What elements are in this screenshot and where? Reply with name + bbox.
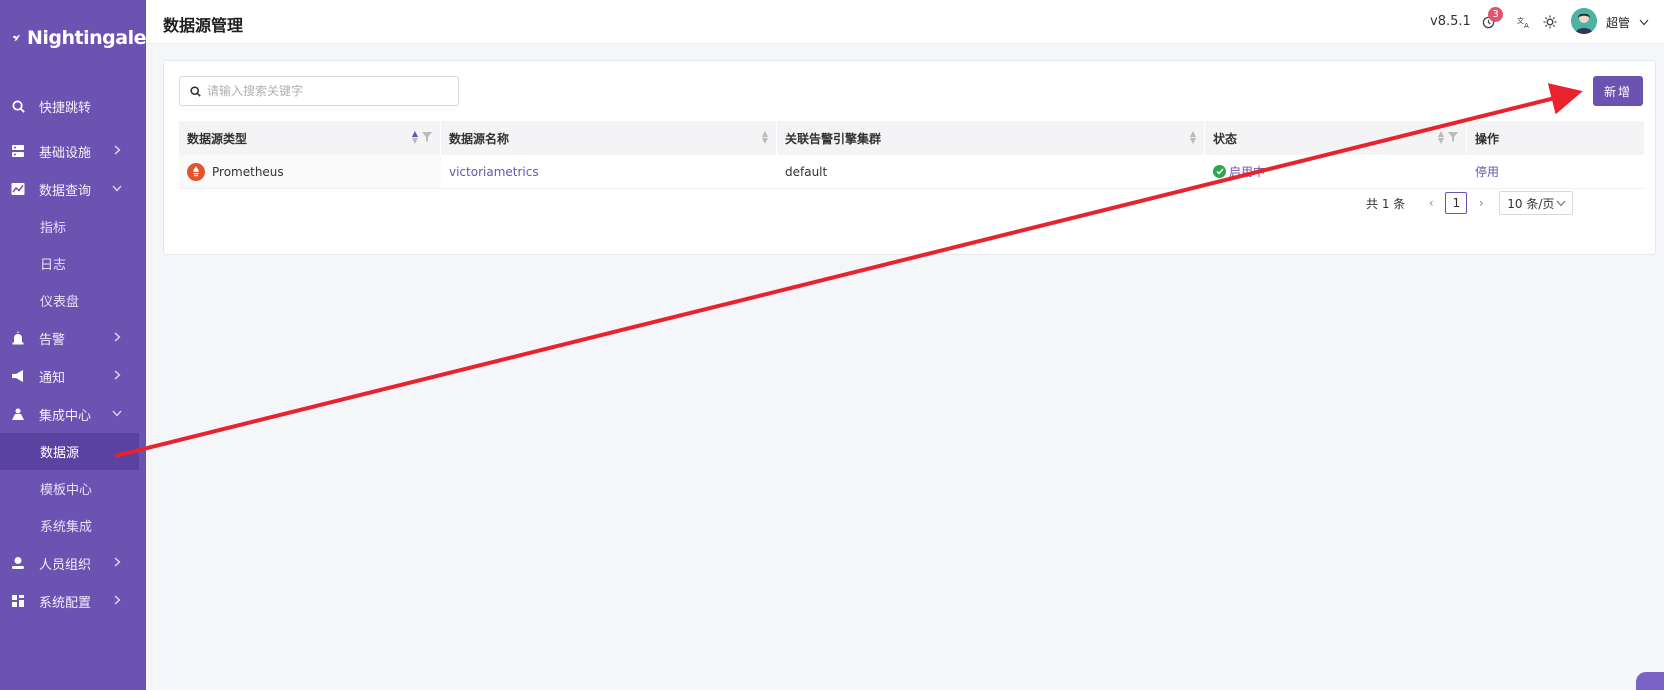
page-title: 数据源管理	[163, 16, 244, 35]
cluster-value: default	[785, 164, 828, 179]
sidebar-item-notifications[interactable]: 通知	[0, 357, 146, 395]
svg-text:A: A	[1524, 22, 1529, 29]
chevron-right-icon[interactable]: ›	[1473, 196, 1489, 210]
column-header-actions: 操作	[1467, 121, 1644, 155]
page-size-value: 10 条/页	[1507, 196, 1555, 211]
pagination-total: 共 1 条	[1366, 196, 1406, 211]
logo[interactable]: Nightingale	[0, 0, 146, 76]
chevron-right-icon	[111, 593, 123, 607]
chevron-left-icon[interactable]: ‹	[1423, 196, 1439, 210]
sidebar-item-label: 系统配置	[39, 595, 92, 611]
username[interactable]: 超管	[1606, 14, 1630, 31]
cell-status: 启用中	[1205, 155, 1467, 188]
datasource-type: Prometheus	[212, 164, 284, 179]
sidebar-item-label: 通知	[39, 370, 66, 386]
chevron-right-icon	[111, 143, 123, 157]
nightingale-logo-icon	[12, 35, 21, 41]
sidebar-item-infrastructure[interactable]: 基础设施	[0, 132, 146, 170]
sidebar-nav: 快捷跳转 基础设施 数据查询 指标 日志 仪表盘 告警 通知 集成中心 数据源 …	[0, 88, 146, 620]
disable-link[interactable]: 停用	[1475, 163, 1499, 180]
sidebar-item-users-org[interactable]: 人员组织	[0, 544, 146, 582]
column-header-name[interactable]: 数据源名称 ▲ ▼	[441, 121, 777, 155]
sidebar-item-label: 集成中心	[39, 408, 92, 424]
sidebar-item-alerts[interactable]: 告警	[0, 319, 146, 357]
chevron-right-icon	[111, 555, 123, 569]
sidebar-subitem-system-integration[interactable]: 系统集成	[0, 507, 146, 544]
megaphone-icon	[10, 368, 26, 384]
datasource-table: 数据源类型 ▲ ▼ 数据源名称 ▲ ▼ 关联告警引擎集群 ▲ ▼ 状态 ▲ ▼ 操作	[179, 121, 1644, 189]
logo-text: Nightingale	[27, 27, 146, 49]
column-header-cluster[interactable]: 关联告警引擎集群 ▲ ▼	[777, 121, 1205, 155]
user-icon	[10, 555, 26, 571]
column-label: 状态	[1213, 131, 1238, 146]
chevron-right-icon	[111, 368, 123, 382]
theme-sun-icon[interactable]	[1542, 14, 1558, 30]
chevron-down-icon	[1556, 196, 1566, 210]
search-icon	[10, 98, 26, 114]
search-box[interactable]	[179, 76, 459, 106]
column-header-status[interactable]: 状态 ▲ ▼	[1205, 121, 1467, 155]
chevron-down-icon	[111, 406, 123, 420]
search-input[interactable]	[207, 84, 447, 98]
translate-icon[interactable]: 文A	[1516, 14, 1532, 30]
column-label: 操作	[1475, 131, 1500, 146]
add-datasource-button[interactable]: 新增	[1593, 76, 1643, 106]
column-label: 关联告警引擎集群	[785, 131, 882, 146]
sidebar: Nightingale 快捷跳转 基础设施 数据查询 指标 日志 仪表盘 告警 …	[0, 0, 146, 690]
avatar[interactable]	[1571, 8, 1597, 34]
sidebar-item-label: 告警	[39, 332, 66, 348]
datasource-name-link[interactable]: victoriametrics	[449, 165, 539, 179]
chart-icon	[10, 181, 26, 197]
sidebar-item-system-config[interactable]: 系统配置	[0, 582, 146, 620]
filter-icon[interactable]	[422, 132, 432, 142]
column-label: 数据源名称	[449, 131, 510, 146]
pagination: 共 1 条 ‹ 1 › 10 条/页	[1366, 191, 1574, 215]
chevron-down-icon	[111, 181, 123, 195]
sidebar-subitem-datasources[interactable]: 数据源	[0, 433, 139, 470]
header: 数据源管理 v8.5.1 3 文A 超管	[146, 0, 1664, 44]
sidebar-subitem-metrics[interactable]: 指标	[0, 208, 146, 245]
page-number-current[interactable]: 1	[1445, 192, 1468, 214]
sort-icon[interactable]: ▲ ▼	[1190, 130, 1196, 145]
table-header: 数据源类型 ▲ ▼ 数据源名称 ▲ ▼ 关联告警引擎集群 ▲ ▼ 状态 ▲ ▼ 操作	[179, 121, 1644, 155]
sidebar-item-label: 数据查询	[39, 183, 92, 199]
grid-icon	[10, 593, 26, 609]
sidebar-item-label: 快捷跳转	[39, 100, 92, 116]
chevron-down-icon[interactable]	[1636, 14, 1652, 30]
cell-actions: 停用	[1467, 155, 1644, 188]
cell-cluster: default	[777, 155, 1205, 188]
server-icon	[10, 143, 26, 159]
search-icon	[190, 85, 201, 97]
table-row: Prometheus victoriametrics default 启用中 停…	[179, 155, 1644, 189]
page-size-select[interactable]: 10 条/页	[1499, 191, 1574, 215]
filter-icon[interactable]	[1448, 132, 1458, 142]
sidebar-subitem-dashboards[interactable]: 仪表盘	[0, 282, 146, 319]
sidebar-item-data-query[interactable]: 数据查询	[0, 170, 146, 208]
help-float-button[interactable]	[1636, 672, 1664, 690]
status-label: 启用中	[1229, 165, 1266, 179]
column-label: 数据源类型	[187, 131, 248, 146]
alarm-icon	[10, 330, 26, 346]
sort-icon[interactable]: ▲ ▼	[1438, 130, 1444, 145]
column-header-type[interactable]: 数据源类型 ▲ ▼	[179, 121, 441, 155]
cell-name: victoriametrics	[441, 155, 777, 188]
sidebar-subitem-templates[interactable]: 模板中心	[0, 470, 146, 507]
sidebar-item-integration-center[interactable]: 集成中心	[0, 395, 146, 433]
prometheus-icon	[187, 162, 205, 181]
sidebar-subitem-logs[interactable]: 日志	[0, 245, 146, 282]
sidebar-item-label: 基础设施	[39, 145, 92, 161]
integration-icon	[10, 406, 26, 422]
check-circle-icon	[1213, 165, 1226, 178]
sort-icon[interactable]: ▲ ▼	[412, 130, 418, 145]
datasource-card: 新增 数据源类型 ▲▼ 数据源名称 ▲▼ 关联告警引擎集群 ▲▼ 状态 ▲▼	[163, 60, 1656, 255]
cell-type: Prometheus	[179, 155, 441, 188]
sort-icon[interactable]: ▲ ▼	[762, 130, 768, 145]
svg-text:文: 文	[1517, 16, 1524, 25]
version-label: v8.5.1	[1430, 14, 1471, 29]
sidebar-item-label: 人员组织	[39, 557, 92, 573]
sidebar-item-quick-jump[interactable]: 快捷跳转	[0, 82, 146, 130]
chevron-right-icon	[111, 330, 123, 344]
notification-badge: 3	[1488, 7, 1503, 22]
